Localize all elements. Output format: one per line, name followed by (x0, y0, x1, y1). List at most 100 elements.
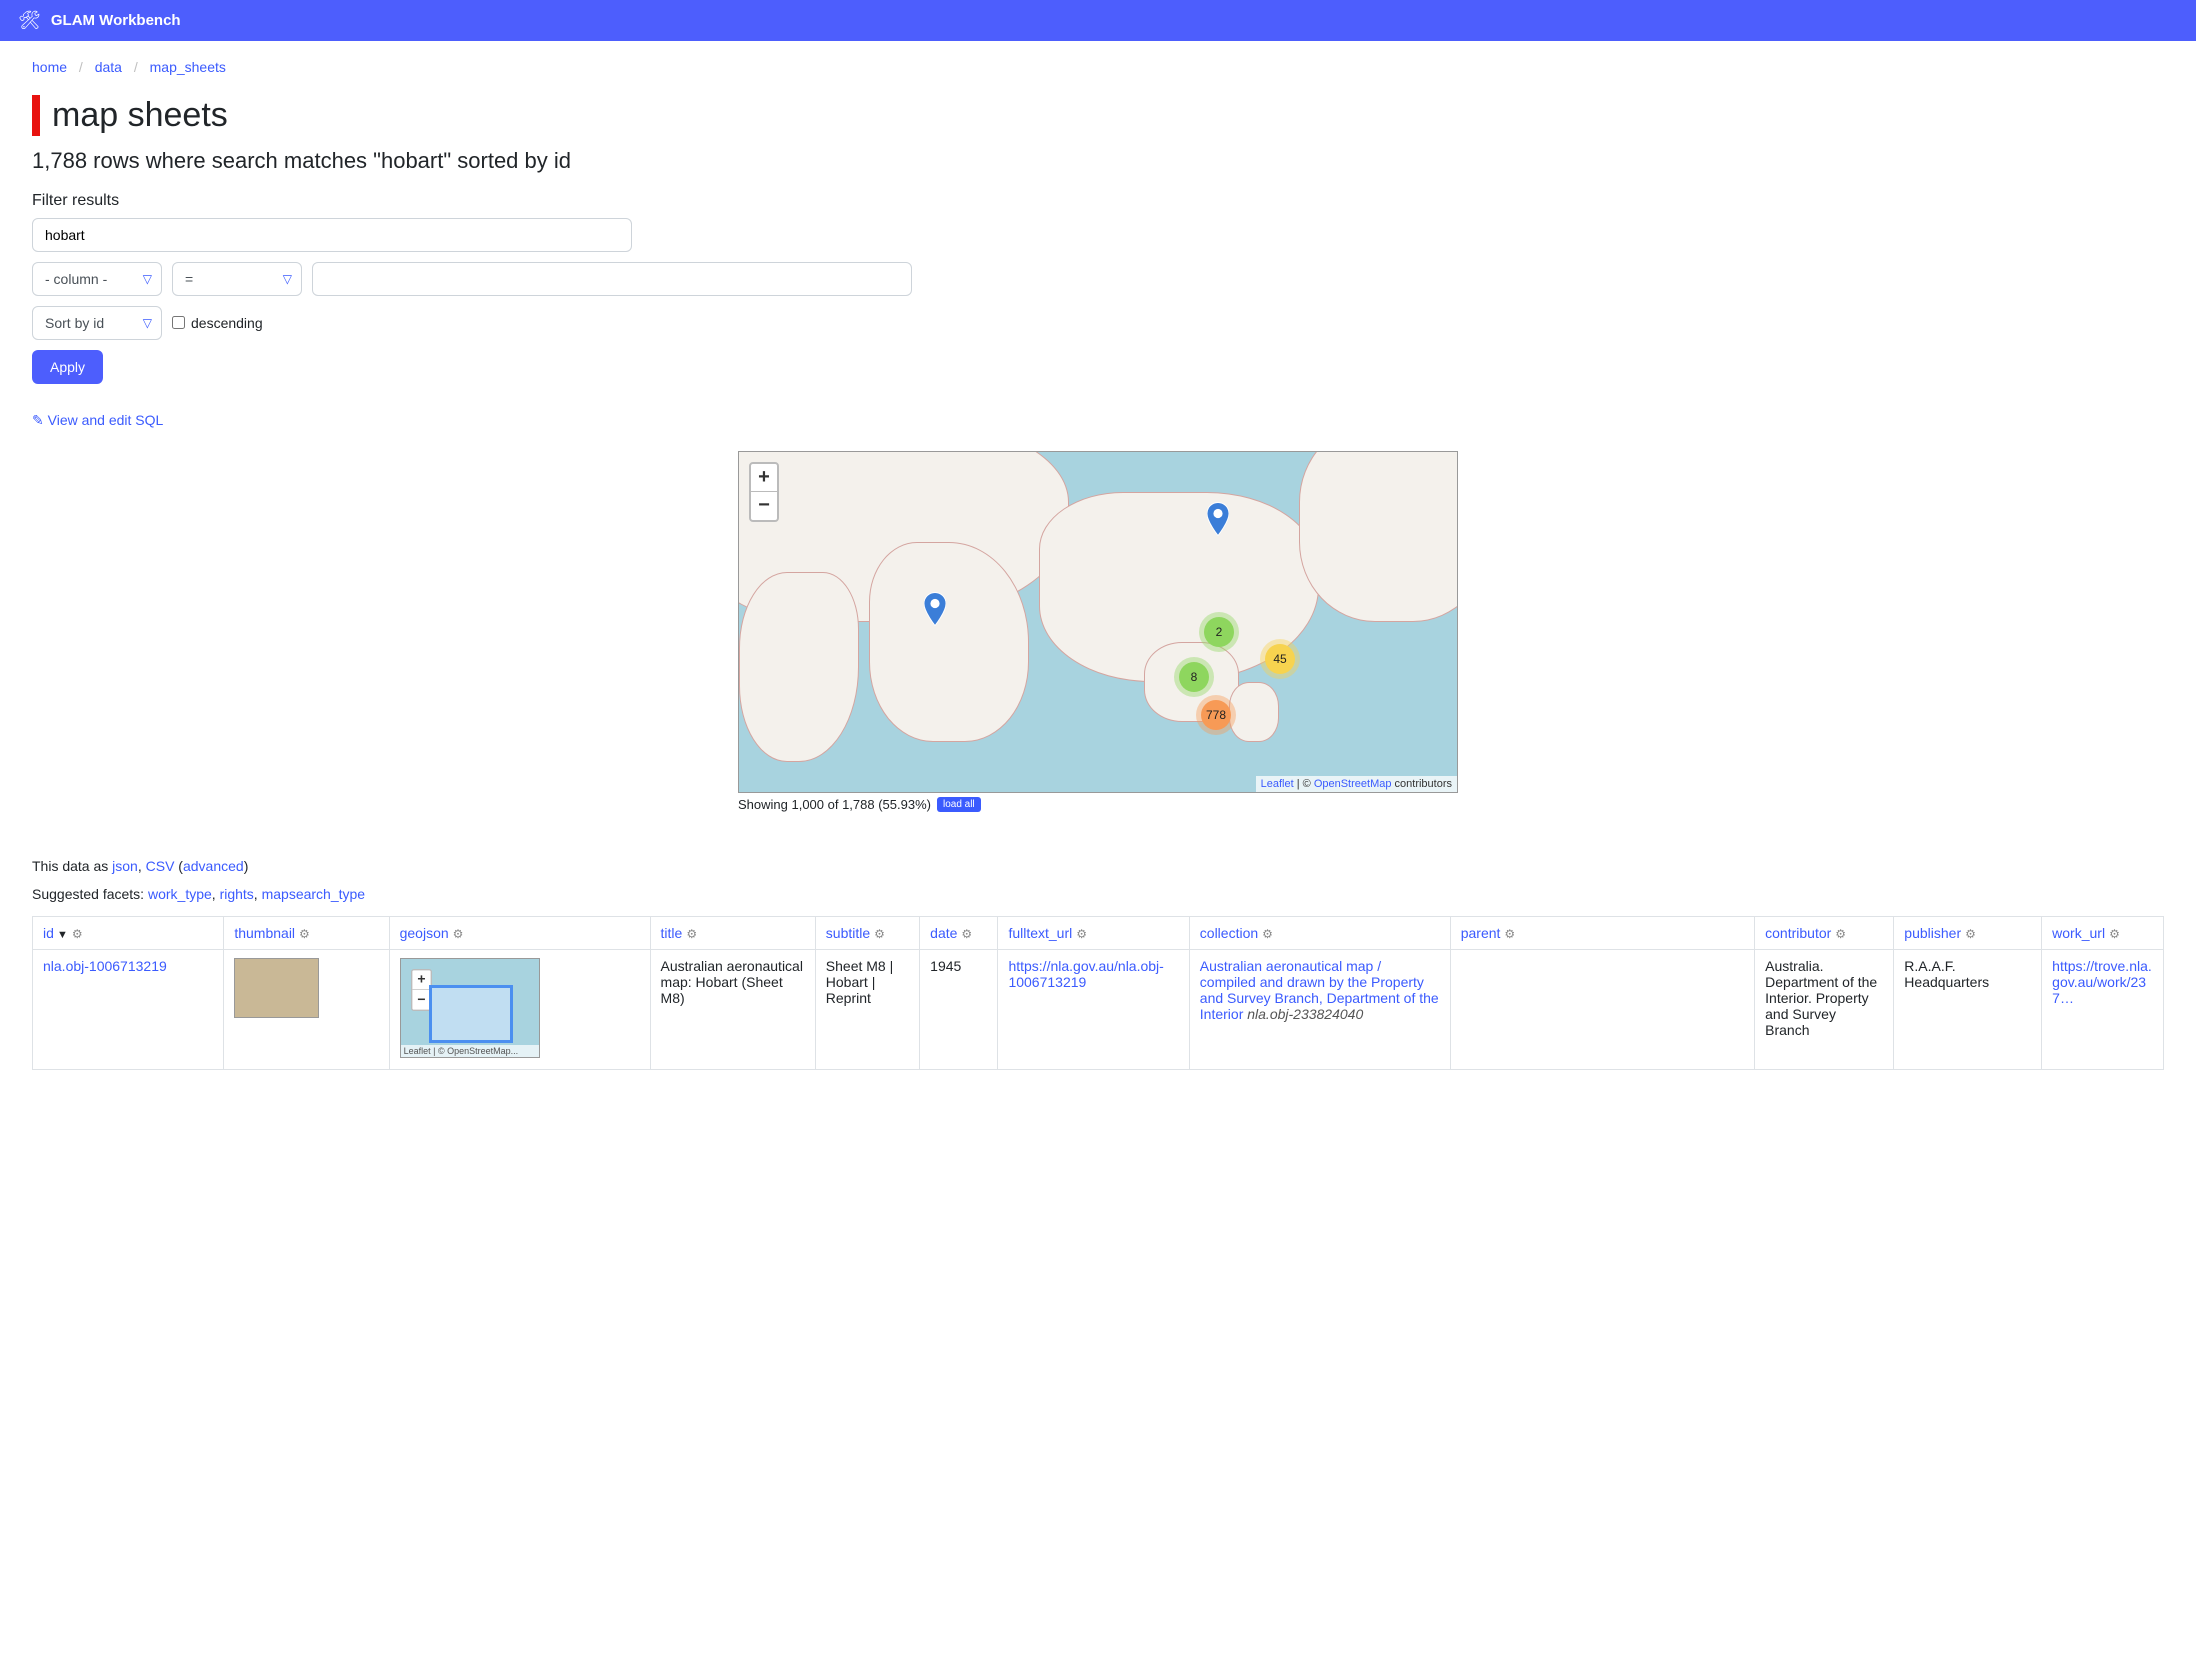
sort-link-parent[interactable]: parent (1461, 925, 1501, 941)
cell-publisher: R.A.A.F. Headquarters (1894, 949, 2042, 1069)
sort-link-date[interactable]: date (930, 925, 957, 941)
cell-title: Australian aeronautical map: Hobart (She… (650, 949, 815, 1069)
descending-checkbox[interactable] (172, 316, 185, 329)
column-header-fulltext_url: fulltext_url ⚙ (998, 916, 1189, 949)
facet-link[interactable]: rights (220, 886, 254, 902)
sort-select[interactable]: Sort by id (32, 306, 162, 340)
cell-workurl: https://trove.nla.gov.au/work/237… (2042, 949, 2164, 1069)
gear-icon[interactable]: ⚙ (1262, 927, 1273, 941)
search-input[interactable] (32, 218, 632, 252)
gear-icon[interactable]: ⚙ (299, 927, 310, 941)
sort-link-id[interactable]: id (43, 925, 54, 941)
breadcrumb-current[interactable]: map_sheets (150, 59, 226, 75)
map-marker-icon[interactable] (1207, 502, 1229, 536)
gear-icon[interactable]: ⚙ (453, 927, 464, 941)
filter-value-input[interactable] (312, 262, 912, 296)
sort-indicator-icon: ▼ (54, 929, 68, 941)
breadcrumb-data[interactable]: data (95, 59, 122, 75)
column-header-title: title⚙ (650, 916, 815, 949)
gear-icon[interactable]: ⚙ (1965, 927, 1976, 941)
thumbnail-image[interactable] (234, 958, 319, 1018)
export-line: This data as json, CSV (advanced) (32, 858, 2164, 874)
gear-icon[interactable]: ⚙ (2109, 927, 2120, 941)
map-zoom-control: + − (749, 462, 779, 522)
osm-link[interactable]: OpenStreetMap (1314, 778, 1392, 790)
logo-icon: 🛠 (18, 10, 41, 31)
cell-fulltext: https://nla.gov.au/nla.obj-1006713219 (998, 949, 1189, 1069)
zoom-in-button[interactable]: + (751, 464, 777, 492)
sort-link-geojson[interactable]: geojson (400, 925, 449, 941)
cell-contributor: Australia. Department of the Interior. P… (1755, 949, 1894, 1069)
geojson-extent (429, 985, 513, 1043)
sort-link-contributor[interactable]: contributor (1765, 925, 1831, 941)
leaflet-link[interactable]: Leaflet (1261, 778, 1294, 790)
operator-select[interactable]: = (172, 262, 302, 296)
results-summary: 1,788 rows where search matches "hobart"… (32, 148, 2164, 174)
sort-link-fulltext_url[interactable]: fulltext_url (1008, 925, 1072, 941)
facets-line: Suggested facets: work_type, rights, map… (32, 886, 2164, 902)
cell-subtitle: Sheet M8 | Hobart | Reprint (815, 949, 919, 1069)
row-id-link[interactable]: nla.obj-1006713219 (43, 958, 167, 974)
gear-icon[interactable]: ⚙ (1504, 927, 1515, 941)
column-header-contributor: contributor ⚙ (1755, 916, 1894, 949)
cell-thumbnail (224, 949, 389, 1069)
map-cluster[interactable]: 778 (1201, 700, 1231, 730)
app-header: 🛠 GLAM Workbench (0, 0, 2196, 41)
work-url-link[interactable]: https://trove.nla.gov.au/work/237… (2052, 958, 2152, 1006)
filter-heading: Filter results (32, 192, 2164, 210)
column-header-work_url: work_url ⚙ (2042, 916, 2164, 949)
export-json-link[interactable]: json (112, 858, 138, 874)
gear-icon[interactable]: ⚙ (961, 927, 972, 941)
map-marker-icon[interactable] (924, 592, 946, 626)
column-header-geojson: geojson ⚙ (389, 916, 650, 949)
map-cluster[interactable]: 2 (1204, 617, 1234, 647)
table-row: nla.obj-1006713219 +− Leaflet | © OpenStre… (33, 949, 2164, 1069)
map-showing-text: Showing 1,000 of 1,788 (55.93%) (738, 797, 931, 812)
gear-icon[interactable]: ⚙ (686, 927, 697, 941)
column-header-collection: collection ⚙ (1189, 916, 1450, 949)
export-csv-link[interactable]: CSV (146, 858, 175, 874)
column-header-subtitle: subtitle ⚙ (815, 916, 919, 949)
leaflet-map[interactable]: + − 2845778 Leaflet | © OpenStreetMap co… (738, 451, 1458, 793)
geojson-map[interactable]: +− Leaflet | © OpenStreetMap... (400, 958, 540, 1058)
sort-link-subtitle[interactable]: subtitle (826, 925, 870, 941)
zoom-out-button[interactable]: − (751, 492, 777, 520)
gear-icon[interactable]: ⚙ (72, 927, 83, 941)
sort-link-work_url[interactable]: work_url (2052, 925, 2105, 941)
map-cluster[interactable]: 45 (1265, 644, 1295, 674)
brand-link[interactable]: GLAM Workbench (51, 12, 181, 29)
zoom-out-button[interactable]: − (412, 990, 430, 1010)
column-select[interactable]: - column - (32, 262, 162, 296)
gear-icon[interactable]: ⚙ (1076, 927, 1087, 941)
map-cluster[interactable]: 8 (1179, 662, 1209, 692)
sort-link-title[interactable]: title (661, 925, 683, 941)
mini-map-attribution: Leaflet | © OpenStreetMap... (401, 1045, 539, 1057)
breadcrumb-home[interactable]: home (32, 59, 67, 75)
sort-link-thumbnail[interactable]: thumbnail (234, 925, 295, 941)
cell-geojson: +− Leaflet | © OpenStreetMap... (389, 949, 650, 1069)
export-advanced-link[interactable]: advanced (183, 858, 244, 874)
fulltext-url-link[interactable]: https://nla.gov.au/nla.obj-1006713219 (1008, 958, 1163, 990)
cell-collection: Australian aeronautical map / compiled a… (1189, 949, 1450, 1069)
sort-link-publisher[interactable]: publisher (1904, 925, 1961, 941)
apply-button[interactable]: Apply (32, 350, 103, 384)
column-header-date: date ⚙ (920, 916, 998, 949)
cell-id: nla.obj-1006713219 (33, 949, 224, 1069)
breadcrumb-sep: / (134, 59, 138, 75)
facet-link[interactable]: work_type (148, 886, 212, 902)
load-all-button[interactable]: load all (937, 797, 981, 812)
zoom-in-button[interactable]: + (412, 970, 430, 990)
facet-link[interactable]: mapsearch_type (262, 886, 366, 902)
breadcrumb: home / data / map_sheets (32, 41, 2164, 89)
column-header-thumbnail: thumbnail ⚙ (224, 916, 389, 949)
column-header-publisher: publisher ⚙ (1894, 916, 2042, 949)
column-header-id: id ▼ ⚙ (33, 916, 224, 949)
cell-parent (1450, 949, 1754, 1069)
page-title: map sheets (32, 95, 2164, 136)
gear-icon[interactable]: ⚙ (874, 927, 885, 941)
gear-icon[interactable]: ⚙ (1835, 927, 1846, 941)
sort-link-collection[interactable]: collection (1200, 925, 1258, 941)
descending-label[interactable]: descending (172, 315, 263, 331)
column-header-parent: parent⚙ (1450, 916, 1754, 949)
view-edit-sql-link[interactable]: ✎ View and edit SQL (32, 412, 163, 429)
